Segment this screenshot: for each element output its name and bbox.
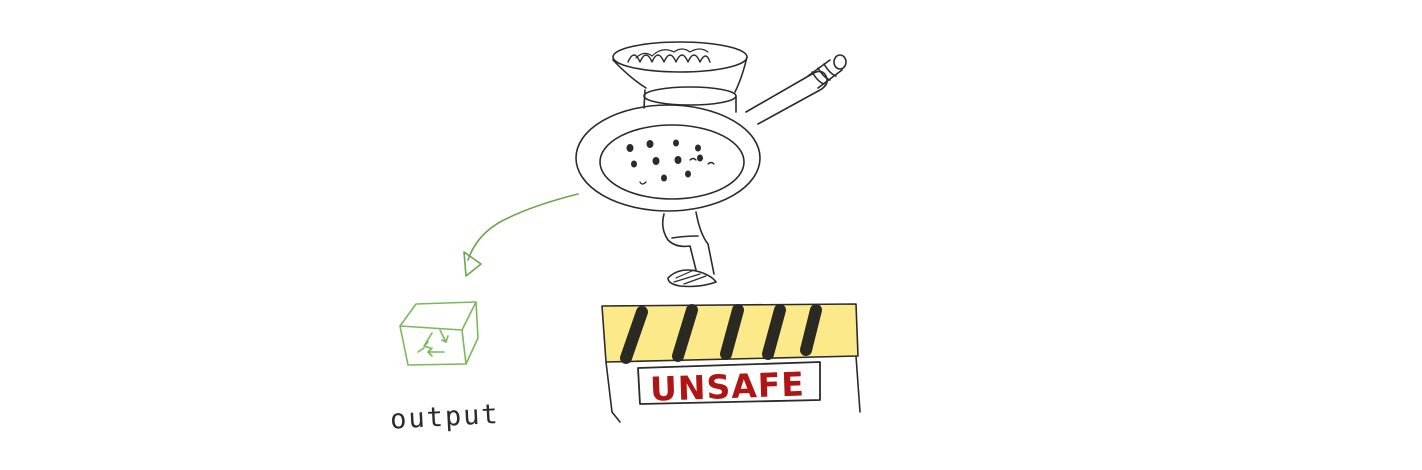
meat-grinder-icon [575,41,847,288]
diagram-canvas: output UNSAFE [389,41,861,436]
flow-arrow [463,193,579,277]
recycle-box-icon [399,301,479,366]
hazard-barrier-icon: UNSAFE [601,303,861,423]
output-label: output [389,399,500,436]
unsafe-label: UNSAFE [649,364,805,408]
